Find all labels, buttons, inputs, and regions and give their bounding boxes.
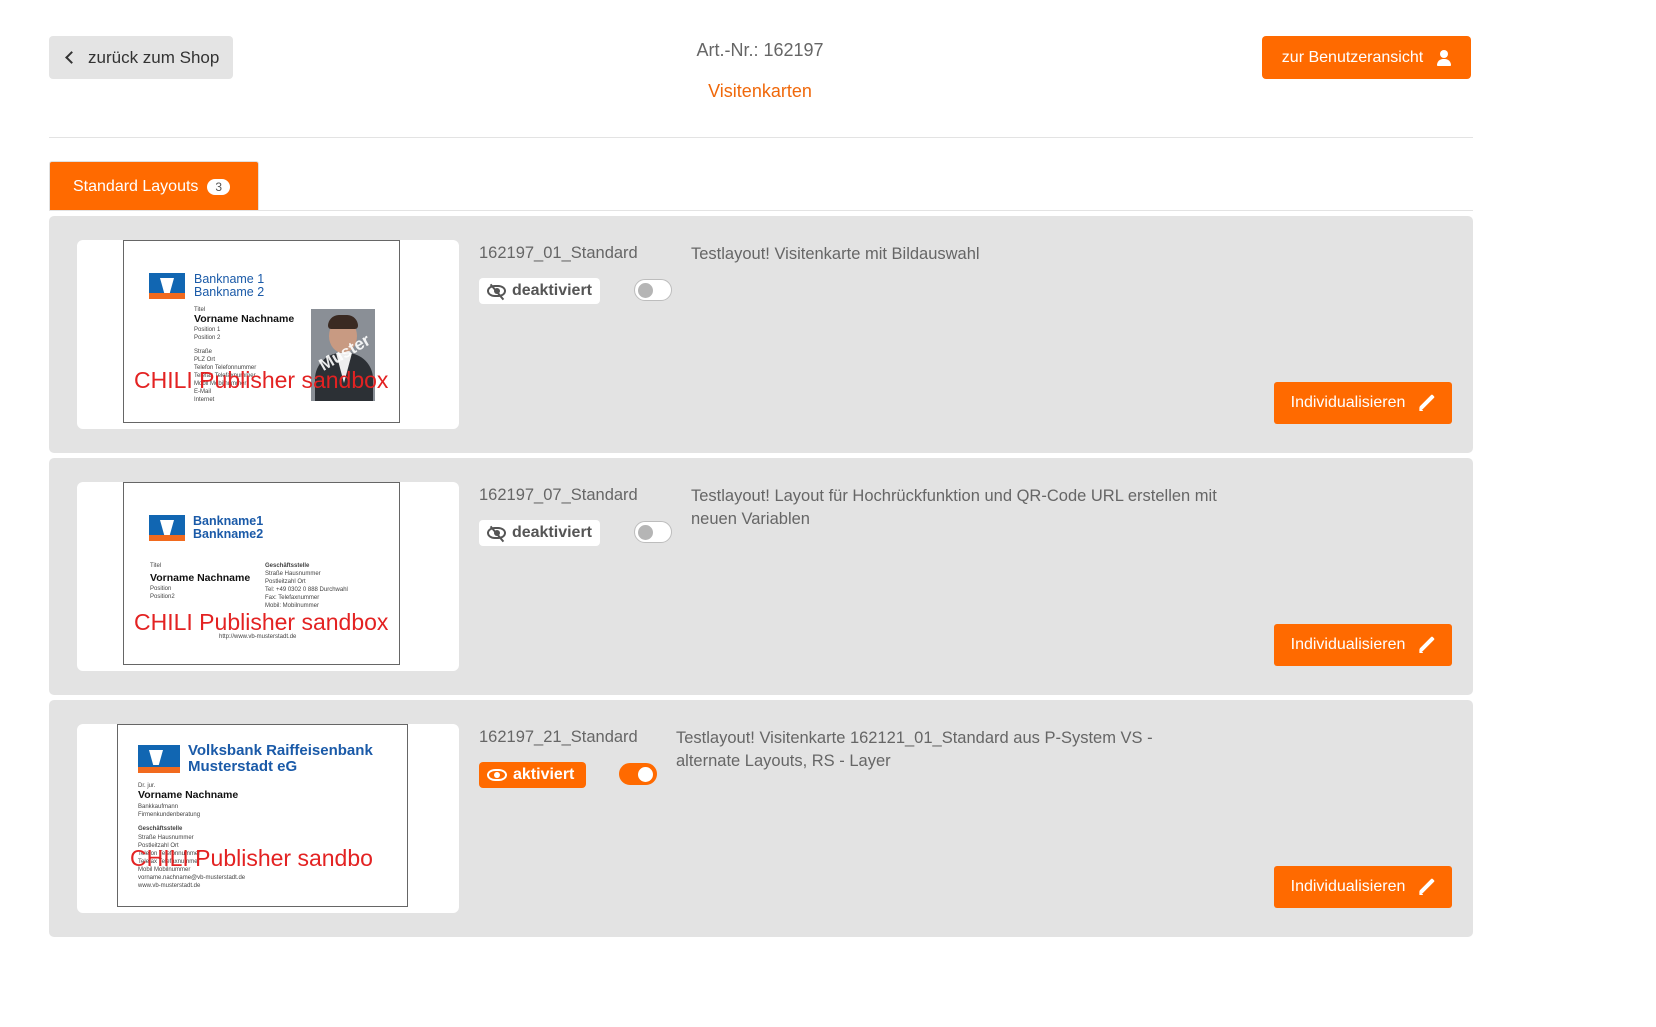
tab-standard-layouts[interactable]: Standard Layouts 3 [49, 161, 259, 211]
preview-bank-name-1: Volksbank Raiffeisenbank [188, 742, 373, 759]
preview-positions: Position Position2 [150, 586, 175, 600]
pencil-icon [1419, 637, 1435, 653]
layout-card: Bankname1 Bankname2 Titel Vorname Nachna… [49, 458, 1473, 695]
preview-person-name: Vorname Nachname [194, 313, 295, 325]
preview-person-name: Vorname Nachname [150, 572, 251, 584]
article-number: Art.-Nr.: 162197 [696, 40, 824, 60]
individualize-label: Individualisieren [1290, 636, 1406, 653]
individualize-label: Individualisieren [1290, 394, 1406, 411]
user-view-label: zur Benutzeransicht [1281, 48, 1424, 66]
layout-code: 162197_07_Standard [479, 486, 638, 504]
pencil-icon [1419, 879, 1435, 895]
preview-title: Titel [150, 563, 162, 569]
individualize-button[interactable]: Individualisieren [1274, 382, 1452, 424]
back-to-shop-button[interactable]: zurück zum Shop [49, 36, 233, 79]
preview-office-title: Geschäftsstelle [265, 563, 310, 569]
eye-slash-icon [487, 285, 506, 297]
user-icon [1437, 49, 1452, 66]
status-badge: aktiviert [479, 762, 586, 788]
preview-person-name: Vorname Nachname [138, 789, 239, 801]
preview-bank-name-2: Musterstadt eG [188, 758, 298, 775]
preview-office-lines: Straße Hausnummer Postleitzahl Ort Tel: … [265, 571, 348, 609]
bank-logo-icon [149, 515, 185, 541]
layout-card: Volksbank Raiffeisenbank Musterstadt eG … [49, 700, 1473, 937]
header-divider [49, 137, 1473, 138]
preview-office-title: Geschäftsstelle [138, 826, 183, 832]
status-badge: deaktiviert [479, 520, 600, 546]
activation-toggle[interactable] [634, 279, 672, 301]
layout-preview: Bankname1 Bankname2 Titel Vorname Nachna… [77, 482, 459, 671]
eye-icon [487, 769, 507, 781]
layout-description: Testlayout! Visitenkarte 162121_01_Stand… [676, 729, 1153, 770]
status-label: aktiviert [513, 766, 575, 783]
business-card-preview: Bankname1 Bankname2 Titel Vorname Nachna… [123, 482, 400, 665]
tab-label: Standard Layouts [73, 177, 199, 195]
user-view-button[interactable]: zur Benutzeransicht [1262, 36, 1471, 79]
pencil-icon [1419, 395, 1435, 411]
layout-description: Testlayout! Layout für Hochrückfunktion … [691, 487, 1217, 528]
individualize-button[interactable]: Individualisieren [1274, 624, 1452, 666]
layout-code: 162197_01_Standard [479, 244, 638, 262]
layout-description: Testlayout! Visitenkarte mit Bildauswahl [691, 245, 980, 263]
bank-logo-icon [149, 273, 185, 299]
back-to-shop-label: zurück zum Shop [88, 47, 220, 67]
business-card-preview: Volksbank Raiffeisenbank Musterstadt eG … [117, 724, 408, 907]
activation-toggle[interactable] [634, 521, 672, 543]
individualize-label: Individualisieren [1290, 878, 1406, 895]
preview-positions: Bankkaufmann Firmenkundenberatung [138, 804, 201, 818]
layout-card: Bankname 1 Bankname 2 Titel Vorname Nach… [49, 216, 1473, 453]
preview-positions: Position 1 Position 2 [194, 327, 221, 341]
business-card-preview: Bankname 1 Bankname 2 Titel Vorname Nach… [123, 240, 400, 423]
tab-divider [49, 210, 1473, 211]
status-badge: deaktiviert [479, 278, 600, 304]
bank-logo-icon [138, 745, 180, 773]
tab-count-badge: 3 [207, 178, 231, 195]
preview-bank-name-2: Bankname 2 [194, 285, 265, 299]
preview-bank-name-2: Bankname2 [193, 527, 264, 541]
layout-preview: Volksbank Raiffeisenbank Musterstadt eG … [77, 724, 459, 913]
sandbox-watermark: CHILI Publisher sandbox [134, 367, 389, 393]
individualize-button[interactable]: Individualisieren [1274, 866, 1452, 908]
status-label: deaktiviert [511, 524, 592, 541]
sandbox-watermark: CHILI Publisher sandbox [134, 609, 389, 635]
chevron-left-icon [65, 51, 78, 64]
activation-toggle[interactable] [619, 763, 657, 785]
product-category: Visitenkarten [708, 81, 812, 101]
layout-code: 162197_21_Standard [479, 728, 638, 746]
sandbox-watermark: CHILI Publisher sandbo [130, 845, 373, 871]
status-label: deaktiviert [511, 282, 592, 299]
eye-slash-icon [487, 527, 506, 539]
layout-preview: Bankname 1 Bankname 2 Titel Vorname Nach… [77, 240, 459, 429]
